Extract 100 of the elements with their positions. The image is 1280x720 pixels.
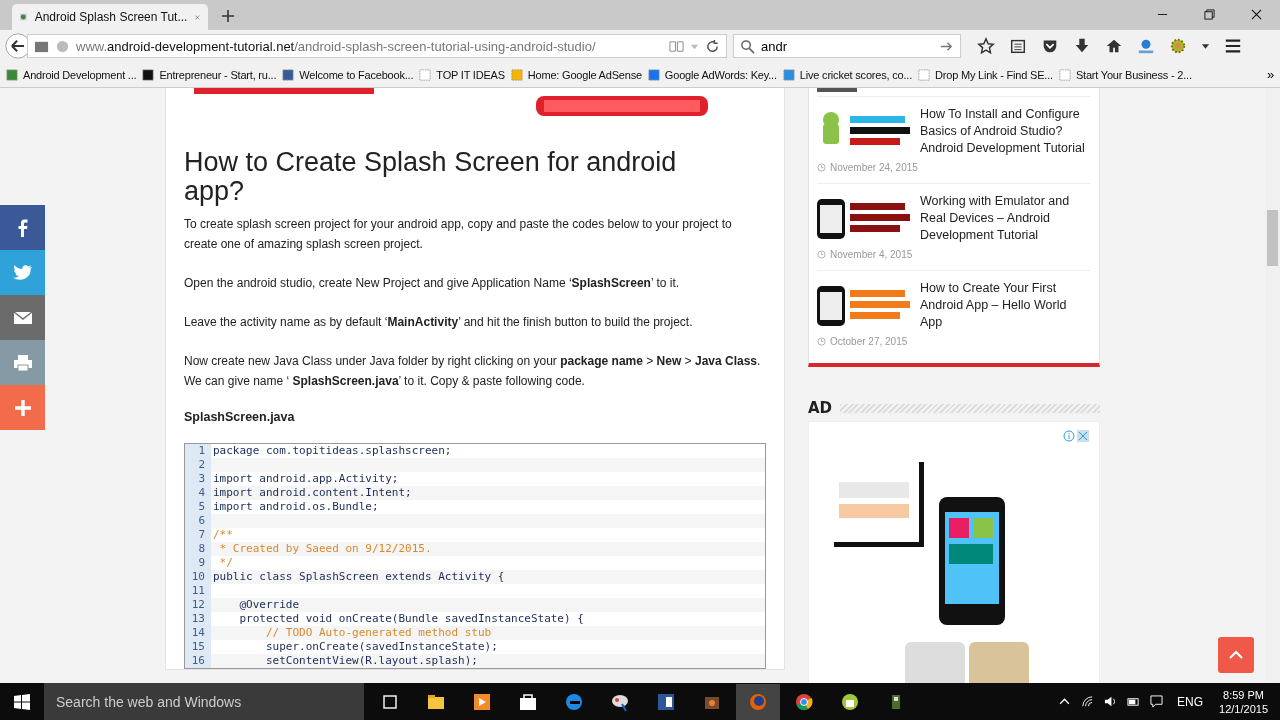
section-heading: AD xyxy=(808,399,833,417)
list-icon[interactable] xyxy=(1009,37,1027,55)
bookmark-item[interactable]: Google AdWords: Key... xyxy=(647,68,777,81)
restore-icon[interactable] xyxy=(1204,9,1215,20)
bookmark-icon xyxy=(918,68,930,81)
search-field[interactable]: andr xyxy=(733,34,961,58)
line-number: 5 xyxy=(185,500,211,514)
bookmark-icon xyxy=(1058,68,1071,81)
search-icon xyxy=(740,38,755,54)
bookmark-item[interactable]: Welcome to Facebook... xyxy=(282,68,414,81)
post-date: October 27, 2015 xyxy=(817,336,1091,347)
menu-icon[interactable] xyxy=(1224,37,1242,55)
code-line: import android.app.Activity; xyxy=(212,472,399,486)
file-label: SplashScreen.java xyxy=(184,410,296,424)
bookmark-item[interactable]: Android Development ... xyxy=(6,68,137,81)
line-number: 4 xyxy=(185,486,211,500)
overflow-chevron[interactable]: » xyxy=(1266,67,1274,82)
line-number: 14 xyxy=(185,626,211,640)
search-field[interactable]: Search the web and Windows xyxy=(44,683,364,720)
code-line: /** xyxy=(212,528,233,542)
speaker-icon[interactable] xyxy=(1104,695,1118,708)
clock-icon xyxy=(817,163,826,172)
scrollbar-thumb[interactable] xyxy=(1267,210,1278,266)
code-line: */ xyxy=(218,556,233,570)
post-date: November 4, 2015 xyxy=(817,249,1091,260)
store-icon[interactable] xyxy=(518,691,538,712)
paragraph: Open the android studio, create New Project and give Application Name ‘SplashScreen’ to it. xyxy=(184,275,681,292)
paragraph: To create splash screen project for your android app, copy and paste the codes below to your project to create one of amazing splash screen project. xyxy=(184,216,733,253)
windows-icon[interactable] xyxy=(14,693,30,710)
edge-icon[interactable] xyxy=(564,691,584,712)
wifi-icon[interactable] xyxy=(1081,695,1095,708)
line-number: 13 xyxy=(185,612,211,626)
extension-icon[interactable] xyxy=(1137,37,1155,55)
line-number: 3 xyxy=(185,472,211,486)
bookmark-icon xyxy=(282,68,295,81)
post-link[interactable]: Working with Emulator and Real Devices – Android Development Tutorial xyxy=(817,193,1091,244)
scroll-to-top-button[interactable] xyxy=(1218,637,1254,673)
bookmark-icon xyxy=(782,68,795,81)
line-number: 6 xyxy=(185,514,211,528)
share-button[interactable] xyxy=(0,340,45,385)
address-bar[interactable]: www.android-development-tutorial.net/android-splash-screen-tutorial-using-android-studio/ xyxy=(27,34,727,58)
share-button[interactable] xyxy=(0,385,45,430)
post-link[interactable]: How to Create Your First Android App – Hello World App xyxy=(817,280,1091,331)
paragraph: Now create new Java Class under Java folder by right clicking on your package name > New > Java Class. We can give name ‘ SplashScreen.java’ to it. Copy & paste following code. xyxy=(184,353,762,390)
line-number: 11 xyxy=(185,584,211,598)
star-icon[interactable] xyxy=(977,37,995,55)
bookmark-icon xyxy=(419,68,432,81)
android-icon[interactable] xyxy=(840,691,860,712)
share-button[interactable] xyxy=(0,250,45,295)
line-number: 8 xyxy=(185,542,211,556)
globe-icon xyxy=(55,38,70,54)
code-line: * Created by Saeed on 9/12/2015. xyxy=(218,542,432,556)
share-button[interactable] xyxy=(0,205,45,250)
bookmark-icon xyxy=(142,68,155,81)
language-indicator[interactable]: ENG xyxy=(1177,694,1204,709)
code-line: package com.topitideas.splashscreen; xyxy=(212,444,452,458)
code-line: super.onCreate(savedInstanceState); xyxy=(264,640,498,654)
line-number: 1 xyxy=(185,444,211,458)
browser-tab[interactable]: Android Splash Screen Tut... xyxy=(12,4,208,30)
tab-title: Android Splash Screen Tut... xyxy=(34,10,188,24)
share-button[interactable] xyxy=(0,295,45,340)
line-number: 7 xyxy=(185,528,211,542)
plus-icon xyxy=(12,397,33,418)
line-number: 10 xyxy=(185,570,211,584)
close-icon[interactable] xyxy=(1251,9,1262,20)
media-player-icon[interactable] xyxy=(472,691,492,712)
bookmark-item[interactable]: TOP IT IDEAS xyxy=(419,68,505,81)
firefox-icon[interactable] xyxy=(748,691,768,712)
article-heading: How to Create Splash Screen for android app? xyxy=(184,148,678,206)
url-text: www.android-development-tutorial.net/android-splash-screen-tutorial-using-android-studio/ xyxy=(76,38,596,54)
code-line: import android.content.Intent; xyxy=(212,486,412,500)
code-line: import android.os.Bundle; xyxy=(212,500,379,514)
word-icon[interactable] xyxy=(656,691,676,712)
bookmark-item[interactable]: Entrepreneur - Start, ru... xyxy=(142,68,277,81)
bird-icon xyxy=(12,262,33,283)
reload-icon[interactable] xyxy=(705,38,720,54)
bookmark-icon xyxy=(510,68,523,81)
bookmark-item[interactable]: Home: Google AdSense xyxy=(510,68,642,81)
code-line: setContentView(R.layout.splash); xyxy=(264,654,478,668)
clock[interactable]: 8:59 PM 12/1/2015 xyxy=(1219,687,1268,716)
line-number: 15 xyxy=(185,640,211,654)
code-line: public class SplashScreen extends Activity { xyxy=(212,570,505,584)
reader-icon[interactable] xyxy=(669,38,684,54)
bookmark-item[interactable]: Live cricket scores, co... xyxy=(782,68,912,81)
line-number: 12 xyxy=(185,598,211,612)
post-link[interactable]: How To Install and Configure Basics of Android Studio? Android Development Tutorial xyxy=(817,106,1091,157)
chevron-up-icon xyxy=(1228,650,1244,660)
message-icon[interactable] xyxy=(1150,695,1164,708)
line-number: 16 xyxy=(185,654,211,668)
bookmark-item[interactable]: Drop My Link - Find SE... xyxy=(918,68,1053,81)
chrome-icon[interactable] xyxy=(794,691,814,712)
new-tab-icon[interactable] xyxy=(222,10,234,22)
line-number: 9 xyxy=(185,556,211,570)
bookmark-item[interactable]: Start Your Business - 2... xyxy=(1058,68,1192,81)
home-icon[interactable] xyxy=(1105,37,1123,55)
printer-icon xyxy=(12,352,33,373)
battery-icon[interactable] xyxy=(1127,695,1141,708)
download-icon[interactable] xyxy=(1073,37,1091,55)
line-number: 2 xyxy=(185,458,211,472)
gear-icon[interactable] xyxy=(1169,37,1187,55)
